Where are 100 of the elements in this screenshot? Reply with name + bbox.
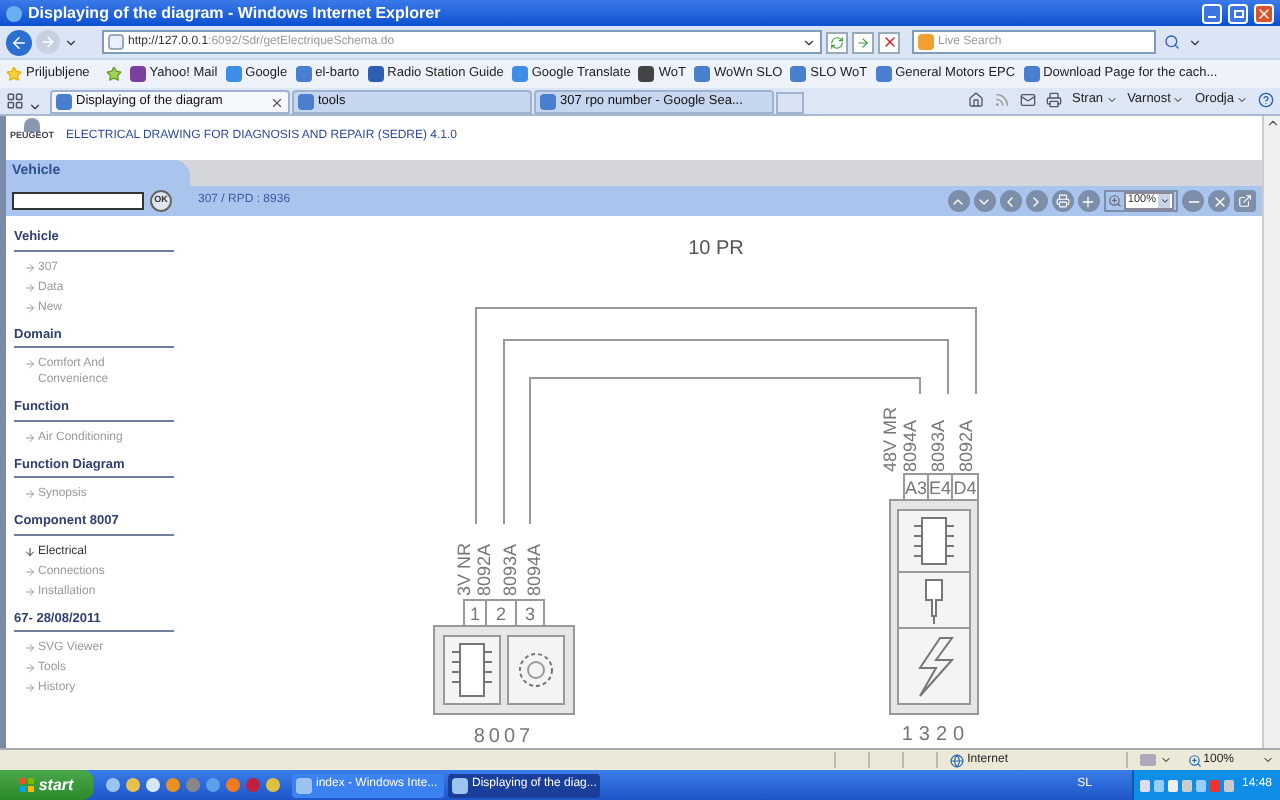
- quick-tabs-icon[interactable]: [6, 92, 24, 110]
- stop-icon: [881, 34, 897, 50]
- wire-label: 3V NR: [454, 542, 474, 596]
- back-button[interactable]: [6, 29, 32, 55]
- site-icon: [56, 94, 72, 110]
- plus-icon: [1080, 193, 1097, 209]
- back-icon: [10, 33, 28, 51]
- protected-mode-icon: [1139, 754, 1156, 766]
- magnifier-icon: [1187, 753, 1202, 767]
- close-tab-icon[interactable]: [270, 95, 284, 109]
- export-button[interactable]: [1234, 190, 1256, 212]
- right-arrow-icon: [24, 682, 36, 694]
- arrows-icon: [856, 35, 870, 49]
- compat-button[interactable]: [852, 31, 874, 53]
- diagram-title: 10 PR: [688, 238, 744, 260]
- site-icon: [296, 777, 312, 793]
- print-button[interactable]: [1051, 190, 1074, 212]
- search-icon: [1164, 34, 1180, 50]
- maximize-button[interactable]: [1228, 3, 1248, 23]
- caret-icon: [1262, 754, 1274, 766]
- scrollbar[interactable]: [1262, 116, 1280, 748]
- zoom-out-button[interactable]: [1182, 190, 1204, 212]
- close-icon: [1256, 5, 1272, 21]
- caret-icon: [1188, 35, 1202, 49]
- home-icon[interactable]: [968, 92, 985, 109]
- chip-icon: [897, 509, 971, 573]
- start-button[interactable]: start: [0, 770, 94, 800]
- move-up-button[interactable]: [947, 190, 970, 212]
- lightning-icon: [897, 627, 971, 705]
- site-icon: [638, 66, 655, 82]
- wire-label: 8094A: [524, 543, 544, 596]
- right-arrow-icon: [24, 301, 36, 313]
- site-icon: [1023, 66, 1040, 82]
- component-label: 8007: [473, 726, 535, 746]
- site-icon: [367, 66, 384, 82]
- caret-icon: [28, 100, 42, 114]
- caret-icon: [1159, 754, 1172, 766]
- scroll-up-icon[interactable]: [1265, 116, 1279, 130]
- right-arrow-icon: [24, 261, 36, 273]
- component-label: 1320: [901, 724, 971, 746]
- connector-pin: A3: [903, 473, 929, 501]
- add-favorite-icon[interactable]: [105, 66, 122, 82]
- globe-icon: [949, 753, 964, 767]
- windows-logo-icon: [20, 778, 35, 792]
- magnifier-icon: [1107, 194, 1122, 208]
- connector-pin: D4: [951, 473, 979, 501]
- site-icon: [790, 66, 807, 82]
- search-button[interactable]: [1160, 31, 1184, 53]
- star-icon: [6, 66, 22, 82]
- right-arrow-icon: [24, 662, 36, 674]
- caret-icon: [1105, 94, 1118, 107]
- print-icon[interactable]: [1046, 92, 1063, 109]
- refresh-icon: [830, 35, 844, 49]
- wire-label: 48V MR: [880, 406, 900, 472]
- right-arrow-icon: [24, 565, 36, 577]
- move-left-button[interactable]: [999, 190, 1022, 212]
- site-icon: [452, 777, 468, 793]
- site-icon: [918, 34, 934, 50]
- print-icon: [1055, 194, 1070, 208]
- window-title: Displaying of the diagram - Windows Internet Explorer: [28, 5, 441, 21]
- refresh-button[interactable]: [826, 31, 848, 53]
- right-arrow-icon: [24, 281, 36, 293]
- cross-icon: [1211, 193, 1227, 209]
- chip-icon: [443, 635, 501, 705]
- caret-icon: [1236, 94, 1248, 107]
- caret-icon: [1172, 94, 1185, 107]
- connector-pin: 1: [463, 599, 487, 627]
- down-arrow-icon: [24, 545, 36, 557]
- export-icon: [1238, 194, 1252, 208]
- forward-icon: [40, 34, 56, 50]
- feeds-icon[interactable]: [994, 92, 1011, 109]
- wire-label: 8094A: [900, 419, 920, 472]
- close-button[interactable]: [1254, 3, 1274, 23]
- right-arrow-icon: [24, 642, 36, 654]
- injector-icon: [897, 571, 971, 629]
- help-icon[interactable]: [1258, 92, 1274, 109]
- wire-label: 8092A: [956, 419, 976, 472]
- page-icon: [6, 5, 22, 21]
- sensor-icon: [507, 635, 565, 705]
- search-input[interactable]: [12, 192, 144, 210]
- wire-label: 8093A: [928, 419, 948, 472]
- zoom-in-button[interactable]: [1077, 190, 1100, 212]
- fit-button[interactable]: [1208, 190, 1230, 212]
- site-icon: [875, 66, 892, 82]
- move-right-button[interactable]: [1025, 190, 1048, 212]
- wire-label: 8093A: [500, 543, 520, 596]
- new-tab-button[interactable]: [776, 92, 804, 114]
- caret-icon: [1159, 196, 1169, 206]
- site-icon: [693, 66, 710, 82]
- move-down-button[interactable]: [973, 190, 996, 212]
- mail-icon[interactable]: [1020, 92, 1037, 109]
- caret-icon: [802, 35, 816, 49]
- right-arrow-icon: [24, 358, 36, 370]
- right-arrow-icon: [24, 431, 36, 443]
- wire-label: 8092A: [474, 543, 494, 596]
- connector-pin: 3: [515, 599, 545, 627]
- right-arrow-icon: [24, 488, 36, 500]
- minimize-button[interactable]: [1202, 3, 1222, 23]
- stop-button[interactable]: [878, 31, 900, 53]
- site-icon: [225, 66, 242, 82]
